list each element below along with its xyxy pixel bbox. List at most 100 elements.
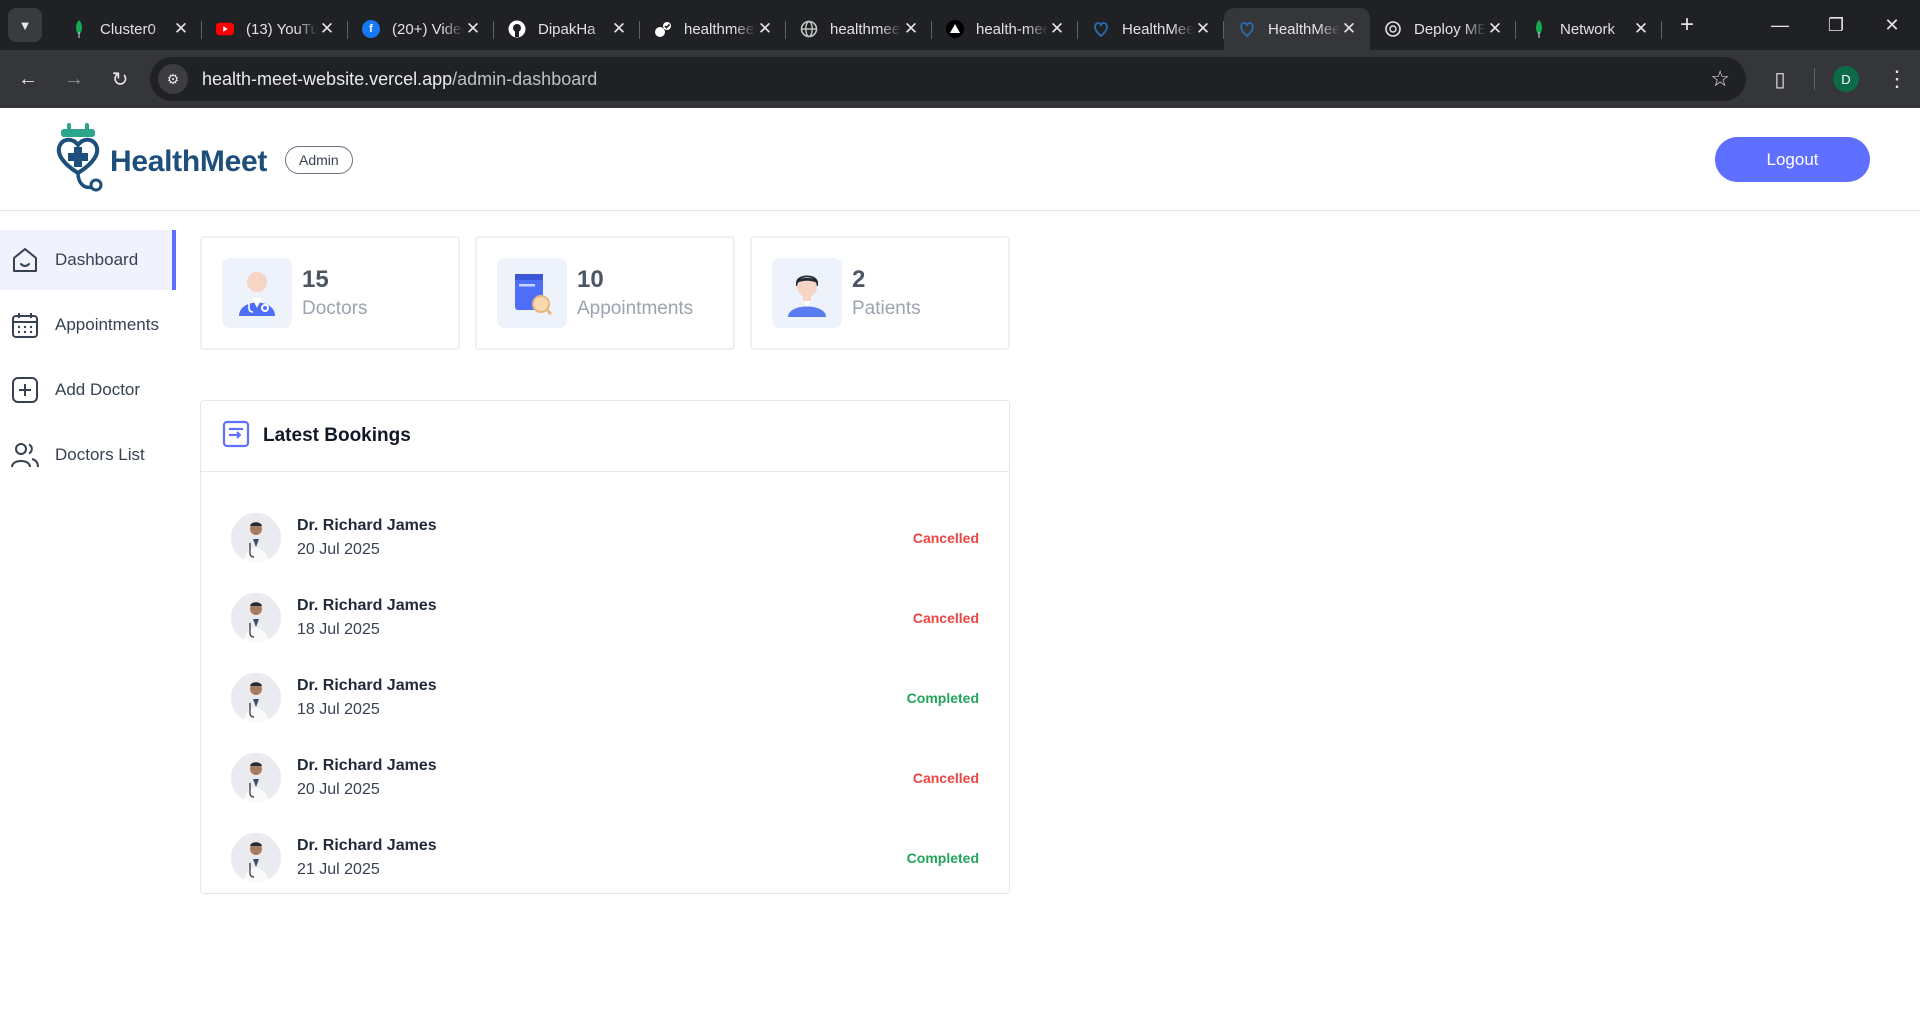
address-bar[interactable]: ⚙ health-meet-website.vercel.app/admin-d… xyxy=(150,57,1746,101)
browser-tab[interactable]: HealthMeet ✕ xyxy=(1078,8,1224,50)
sidebar-item-doctors-list[interactable]: Doctors List xyxy=(0,425,176,485)
stat-card-patients: 2 Patients xyxy=(750,236,1010,350)
browser-tab[interactable]: (13) YouTube ✕ xyxy=(202,8,348,50)
chevron-down-icon: ▼ xyxy=(18,17,32,33)
sidebar-item-dashboard[interactable]: Dashboard xyxy=(0,230,176,290)
close-tab-icon[interactable]: ✕ xyxy=(1632,19,1650,39)
globe-icon xyxy=(800,20,818,38)
facebook-icon: f xyxy=(362,20,380,38)
doctor-avatar xyxy=(231,673,281,723)
stat-label: Doctors xyxy=(302,298,368,319)
url-host: health-meet-website.vercel.app xyxy=(202,68,453,89)
extensions-icon[interactable]: ▯ xyxy=(1760,67,1800,92)
url-text[interactable]: health-meet-website.vercel.app/admin-das… xyxy=(202,69,597,90)
doctor-name: Dr. Richard James xyxy=(297,837,437,854)
sidebar-item-label: Add Doctor xyxy=(55,380,141,399)
bookmark-star-icon[interactable]: ☆ xyxy=(1710,66,1730,92)
doctor-avatar xyxy=(231,753,281,803)
close-tab-icon[interactable]: ✕ xyxy=(902,19,920,39)
status-badge: Completed xyxy=(906,690,979,706)
browser-tab[interactable]: healthmeet ✕ xyxy=(786,8,932,50)
booking-date: 18 Jul 2025 xyxy=(297,701,380,718)
close-tab-icon[interactable]: ✕ xyxy=(1048,19,1066,39)
toolbar-right: ▯ D ⋮ xyxy=(1760,50,1917,108)
doctor-avatar xyxy=(231,513,281,563)
minimize-icon[interactable]: — xyxy=(1752,0,1808,50)
browser-tab[interactable]: f (20+) Videos ✕ xyxy=(348,8,494,50)
window-controls: — ❐ ✕ xyxy=(1752,0,1920,50)
profile-avatar[interactable]: D xyxy=(1833,66,1859,92)
render-icon xyxy=(654,20,672,38)
tab-title: HealthMeet xyxy=(1122,20,1194,38)
sidebar-item-label: Dashboard xyxy=(55,250,139,269)
close-tab-icon[interactable]: ✕ xyxy=(756,19,774,39)
browser-tab[interactable]: Deploy MERN ✕ xyxy=(1370,8,1516,50)
close-tab-icon[interactable]: ✕ xyxy=(1194,19,1212,39)
browser-tab[interactable]: Cluster0 ✕ xyxy=(56,8,202,50)
reload-button[interactable]: ↻ xyxy=(102,61,138,97)
doctor-name: Dr. Richard James xyxy=(297,677,437,694)
close-tab-icon[interactable]: ✕ xyxy=(318,19,336,39)
close-tab-icon[interactable]: ✕ xyxy=(464,19,482,39)
booking-row: Dr. Richard James 20 Jul 2025 Cancelled xyxy=(201,498,1009,578)
new-tab-button[interactable]: + xyxy=(1670,8,1704,42)
tab-title: Network xyxy=(1560,20,1616,38)
browser-tab[interactable]: Network ✕ xyxy=(1516,8,1662,50)
stat-value: 15 xyxy=(302,266,329,293)
status-badge: Cancelled xyxy=(912,770,979,786)
browser-tab[interactable]: healthmeet ✕ xyxy=(640,8,786,50)
booking-info: Dr. Richard James 21 Jul 2025 xyxy=(297,837,907,879)
browser-tab[interactable]: health-meet ✕ xyxy=(932,8,1078,50)
github-icon xyxy=(508,20,526,38)
more-menu-icon[interactable]: ⋮ xyxy=(1877,66,1917,92)
doctor-name: Dr. Richard James xyxy=(297,757,437,774)
doctor-name: Dr. Richard James xyxy=(297,517,437,534)
tab-title: health-meet xyxy=(976,20,1048,38)
url-path: /admin-dashboard xyxy=(452,68,598,89)
status-badge: Cancelled xyxy=(912,610,979,626)
stat-value: 2 xyxy=(852,266,866,293)
booking-row: Dr. Richard James 20 Jul 2025 Cancelled xyxy=(201,738,1009,818)
mongodb-leaf-icon xyxy=(70,20,88,38)
add-square-icon xyxy=(9,374,41,406)
close-tab-icon[interactable]: ✕ xyxy=(1340,19,1358,39)
booking-info: Dr. Richard James 18 Jul 2025 xyxy=(297,597,913,639)
sidebar-item-appointments[interactable]: Appointments xyxy=(0,295,176,355)
healthmeet-icon xyxy=(1092,20,1110,38)
site-settings-icon[interactable]: ⚙ xyxy=(158,64,188,94)
restore-icon[interactable]: ❐ xyxy=(1808,0,1864,50)
forward-button[interactable]: → xyxy=(56,61,92,97)
back-button[interactable]: ← xyxy=(10,61,46,97)
healthmeet-icon xyxy=(1238,20,1256,38)
browser-tab-active[interactable]: HealthMeet ✕ xyxy=(1224,8,1370,50)
stat-label: Patients xyxy=(852,298,921,319)
sidebar-item-add-doctor[interactable]: Add Doctor xyxy=(0,360,176,420)
booking-date: 18 Jul 2025 xyxy=(297,621,380,638)
tab-title: (20+) Videos xyxy=(392,20,464,38)
sidebar: Dashboard Appointments Add Doctor Doctor… xyxy=(0,230,176,490)
close-tab-icon[interactable]: ✕ xyxy=(1486,19,1504,39)
status-badge: Cancelled xyxy=(912,530,979,546)
doctor-name: Dr. Richard James xyxy=(297,597,437,614)
latest-bookings-header: Latest Bookings xyxy=(201,401,1009,472)
browser-tab[interactable]: DipakHa ✕ xyxy=(494,8,640,50)
tab-title: (13) YouTube xyxy=(246,20,318,38)
arrow-right-icon: → xyxy=(64,67,84,90)
stat-text: 10 Appointments xyxy=(577,266,693,320)
arrow-left-icon: ← xyxy=(18,67,38,90)
tab-title: Deploy MERN xyxy=(1414,20,1486,38)
openai-icon xyxy=(1384,20,1402,38)
role-badge: Admin xyxy=(285,146,353,174)
sidebar-item-label: Doctors List xyxy=(55,445,145,464)
close-window-icon[interactable]: ✕ xyxy=(1864,0,1920,50)
healthmeet-logo[interactable]: HealthMeet xyxy=(54,123,267,200)
logout-button[interactable]: Logout xyxy=(1715,137,1870,182)
close-tab-icon[interactable]: ✕ xyxy=(172,19,190,39)
doctor-avatar xyxy=(231,593,281,643)
browser-tab-bar: ▼ Cluster0 ✕ (13) YouTube ✕ f (20+) Vide… xyxy=(0,0,1920,50)
tab-search-button[interactable]: ▼ xyxy=(8,8,42,42)
tab-title: healthmeet xyxy=(830,20,902,38)
app-header: HealthMeet Admin Logout xyxy=(0,108,1920,211)
stats-row: 15 Doctors 10 Appointments 2 Patients xyxy=(200,236,1010,350)
close-tab-icon[interactable]: ✕ xyxy=(610,19,628,39)
